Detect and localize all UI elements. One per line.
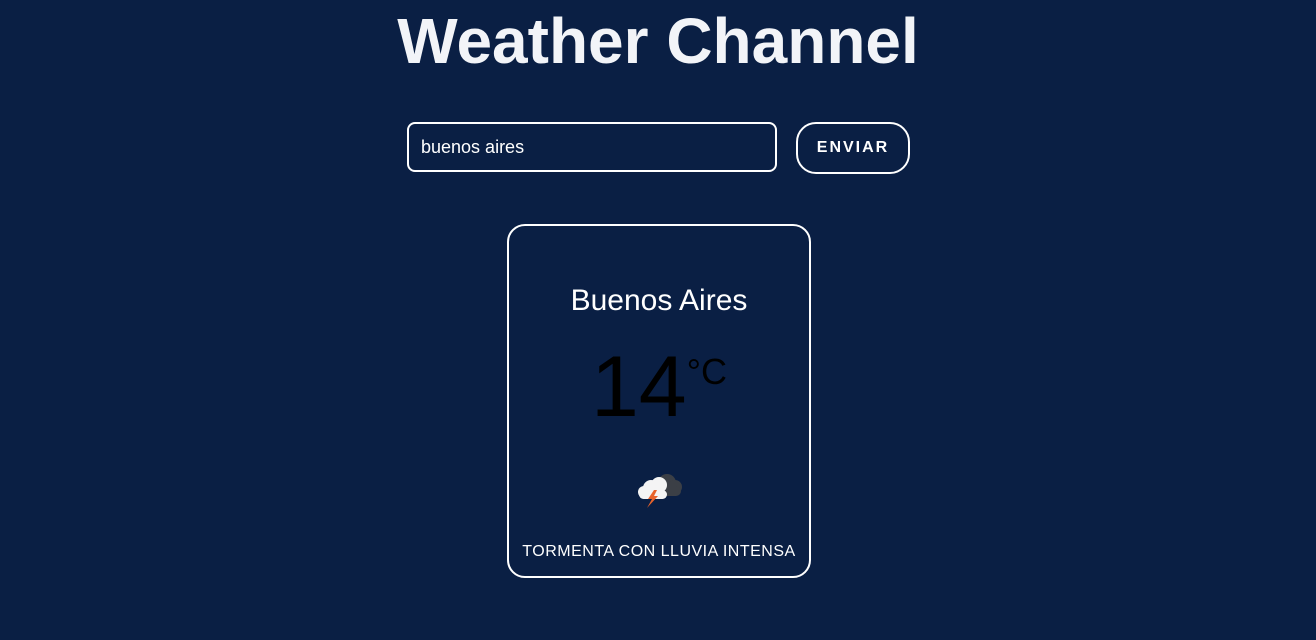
weather-card: Buenos Aires 14°C TORMENTA CON LLUVIA IN… bbox=[507, 224, 811, 578]
city-name: Buenos Aires bbox=[570, 284, 748, 317]
page-title: Weather Channel bbox=[397, 5, 919, 77]
weather-description: TORMENTA CON LLUVIA INTENSA bbox=[522, 543, 796, 560]
temperature-value: 14 bbox=[590, 339, 687, 435]
send-button[interactable]: ENVIAR bbox=[796, 122, 910, 174]
search-form: ENVIAR bbox=[407, 122, 910, 174]
thunderstorm-rain-icon bbox=[633, 466, 687, 510]
page: Weather Channel ENVIAR Buenos Aires 14°C bbox=[0, 0, 1316, 640]
city-search-input[interactable] bbox=[407, 122, 777, 172]
temperature-display: 14°C bbox=[509, 344, 809, 434]
temperature-unit: °C bbox=[686, 351, 728, 392]
